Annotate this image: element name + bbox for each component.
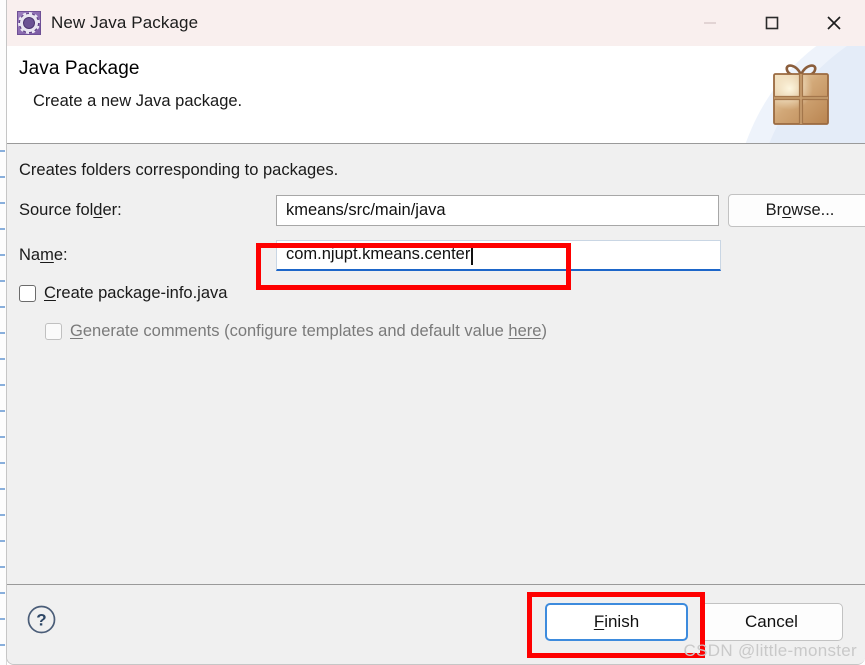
body-note: Creates folders corresponding to package… <box>19 161 339 179</box>
window-title: New Java Package <box>51 13 199 32</box>
new-java-package-dialog: New Java Package Java Package Create a n… <box>6 0 865 665</box>
generate-comments-checkbox-row: Generate comments (configure templates a… <box>45 322 547 341</box>
footer-button-group: Finish Cancel <box>545 603 843 641</box>
cancel-button[interactable]: Cancel <box>700 603 843 641</box>
browse-button[interactable]: Br o wse... <box>728 193 865 227</box>
screenshot-root: New Java Package Java Package Create a n… <box>0 0 865 665</box>
title-bar: New Java Package <box>7 0 865 46</box>
csdn-watermark: CSDN @little-monster <box>683 641 857 660</box>
package-name-row: Name: com.njupt.kmeans.center <box>19 239 853 271</box>
help-circle-icon[interactable]: ? <box>27 605 56 634</box>
generate-comments-label-end: ) <box>541 322 547 340</box>
package-name-label-mnemonic: m <box>40 245 54 264</box>
package-name-input[interactable]: com.njupt.kmeans.center <box>276 239 721 271</box>
create-package-info-mnemonic: C <box>44 284 56 302</box>
create-package-info-checkbox[interactable] <box>19 285 36 302</box>
close-icon <box>827 16 841 30</box>
package-name-label: Name: <box>19 246 276 265</box>
create-package-info-label-post: reate package-info.java <box>55 284 228 302</box>
generate-comments-label: Generate comments (configure templates a… <box>70 322 547 341</box>
create-package-info-checkbox-row[interactable]: Create package-info.java <box>19 284 227 303</box>
minimize-button[interactable] <box>679 0 741 46</box>
source-folder-input[interactable]: kmeans/src/main/java <box>276 194 719 226</box>
generate-comments-mnemonic: G <box>70 322 83 340</box>
minimize-icon <box>704 22 716 24</box>
browse-label-mnemonic: o <box>782 200 792 219</box>
source-folder-label-post: er: <box>102 200 122 219</box>
finish-label-mnemonic: F <box>593 612 605 631</box>
wizard-header: Java Package Create a new Java package. <box>7 46 865 144</box>
svg-text:?: ? <box>36 611 46 630</box>
source-folder-value: kmeans/src/main/java <box>286 200 446 219</box>
maximize-button[interactable] <box>741 0 803 46</box>
source-folder-label: Source folder: <box>19 201 276 220</box>
page-title: Java Package <box>19 58 140 79</box>
source-folder-row: Source folder: kmeans/src/main/java Br o w… <box>19 193 865 227</box>
close-button[interactable] <box>803 0 865 46</box>
browse-label-post: wse... <box>791 200 835 219</box>
package-name-label-post: e: <box>53 245 68 264</box>
dialog-body: Creates folders corresponding to package… <box>7 144 865 584</box>
configure-templates-link[interactable]: here <box>508 322 541 340</box>
java-package-gear-icon <box>17 11 41 35</box>
source-folder-label-pre: Source fol <box>19 200 94 219</box>
page-subtitle: Create a new Java package. <box>33 92 243 110</box>
create-package-info-label: Create package-info.java <box>44 284 227 303</box>
package-name-label-pre: Na <box>19 245 41 264</box>
cancel-label: Cancel <box>745 612 798 631</box>
maximize-icon <box>765 16 779 30</box>
browse-label-pre: Br <box>765 200 783 219</box>
window-controls <box>679 0 865 46</box>
finish-button[interactable]: Finish <box>545 603 688 641</box>
generate-comments-checkbox <box>45 323 62 340</box>
generate-comments-label-mid: enerate comments (configure templates an… <box>82 322 509 340</box>
finish-label-post: inish <box>604 612 640 631</box>
background-window-ticks <box>0 150 5 650</box>
text-caret <box>471 244 473 265</box>
gift-box-icon <box>773 64 829 125</box>
package-name-value: com.njupt.kmeans.center <box>286 245 471 263</box>
